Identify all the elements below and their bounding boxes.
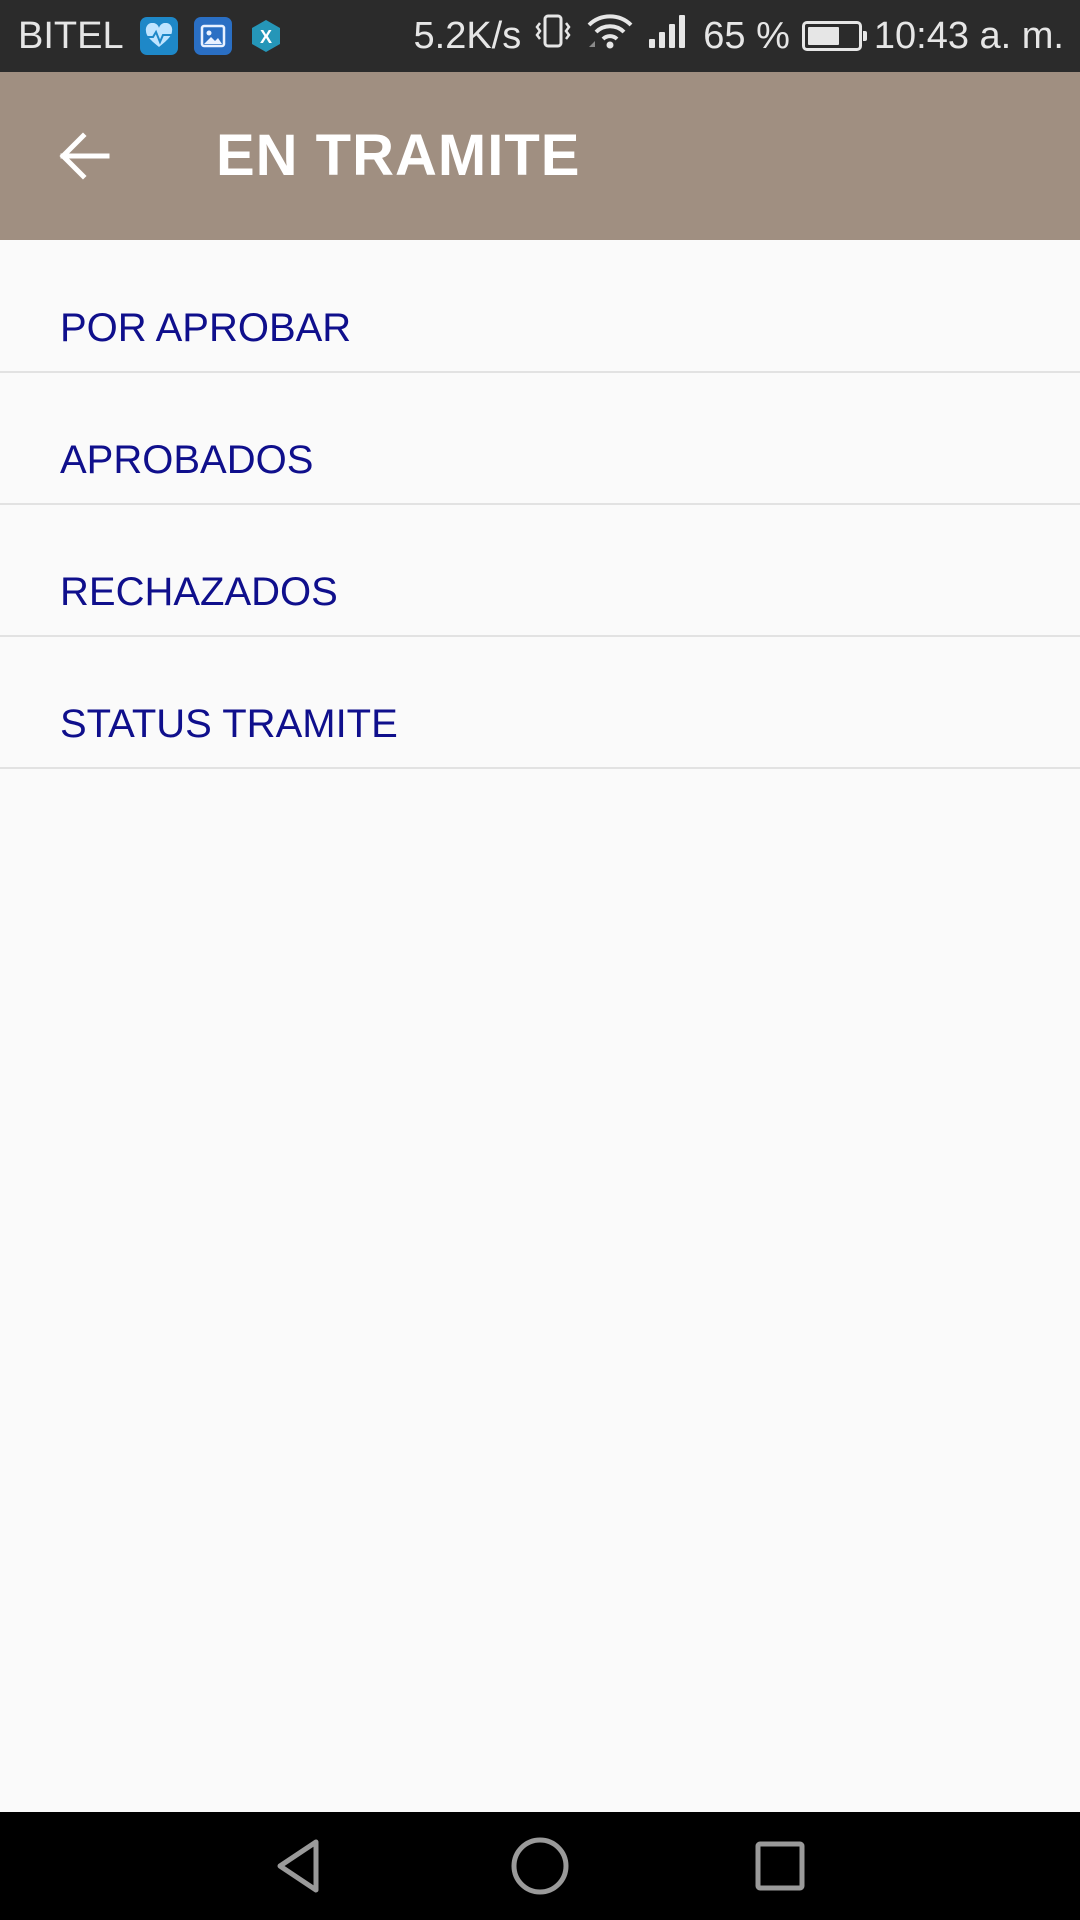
back-triangle-icon bbox=[277, 1839, 319, 1893]
battery-icon bbox=[801, 21, 867, 51]
menu-item-label: RECHAZADOS bbox=[60, 570, 338, 614]
status-bar: BITEL X 5.2K/s 65 % 10:43 a. m. bbox=[0, 0, 1080, 72]
menu-item-label: STATUS TRAMITE bbox=[60, 702, 398, 746]
menu-item-status-tramite[interactable]: STATUS TRAMITE bbox=[0, 637, 1080, 769]
page-title: EN TRAMITE bbox=[216, 123, 581, 188]
menu-item-por-aprobar[interactable]: POR APROBAR bbox=[0, 240, 1080, 373]
battery-level-fill bbox=[807, 27, 839, 45]
nav-home-button[interactable] bbox=[500, 1826, 580, 1906]
menu-item-label: POR APROBAR bbox=[60, 306, 352, 350]
signal-icon bbox=[647, 11, 691, 61]
health-icon bbox=[139, 17, 178, 55]
menu-item-label: APROBADOS bbox=[60, 438, 314, 482]
screen: BITEL X 5.2K/s 65 % 10:43 a. m. EN TRAMI… bbox=[0, 0, 1080, 1920]
net-speed-label: 5.2K/s bbox=[413, 14, 522, 57]
home-circle-icon bbox=[511, 1837, 569, 1895]
arrow-back-icon bbox=[59, 132, 110, 180]
x-app-icon: X bbox=[248, 18, 284, 54]
clock-label: 10:43 a. m. bbox=[873, 14, 1064, 57]
app-bar: EN TRAMITE bbox=[0, 72, 1080, 240]
recents-square-icon bbox=[755, 1841, 805, 1891]
nav-recents-button[interactable] bbox=[740, 1826, 820, 1906]
carrier-label: BITEL bbox=[18, 14, 124, 57]
back-button[interactable] bbox=[40, 112, 128, 200]
svg-text:X: X bbox=[260, 27, 272, 47]
vibrate-icon bbox=[533, 11, 573, 61]
gallery-icon bbox=[193, 17, 232, 55]
navigation-bar bbox=[0, 1812, 1080, 1920]
wifi-icon bbox=[585, 11, 635, 61]
menu-item-rechazados[interactable]: RECHAZADOS bbox=[0, 505, 1080, 637]
status-left: BITEL X bbox=[18, 15, 284, 58]
status-right: 5.2K/s 65 % 10:43 a. m. bbox=[414, 11, 1064, 61]
menu-item-aprobados[interactable]: APROBADOS bbox=[0, 373, 1080, 505]
nav-back-button[interactable] bbox=[260, 1826, 340, 1906]
menu-list: POR APROBAR APROBADOS RECHAZADOS STATUS … bbox=[0, 240, 1080, 769]
battery-percent-label: 65 % bbox=[703, 14, 790, 57]
